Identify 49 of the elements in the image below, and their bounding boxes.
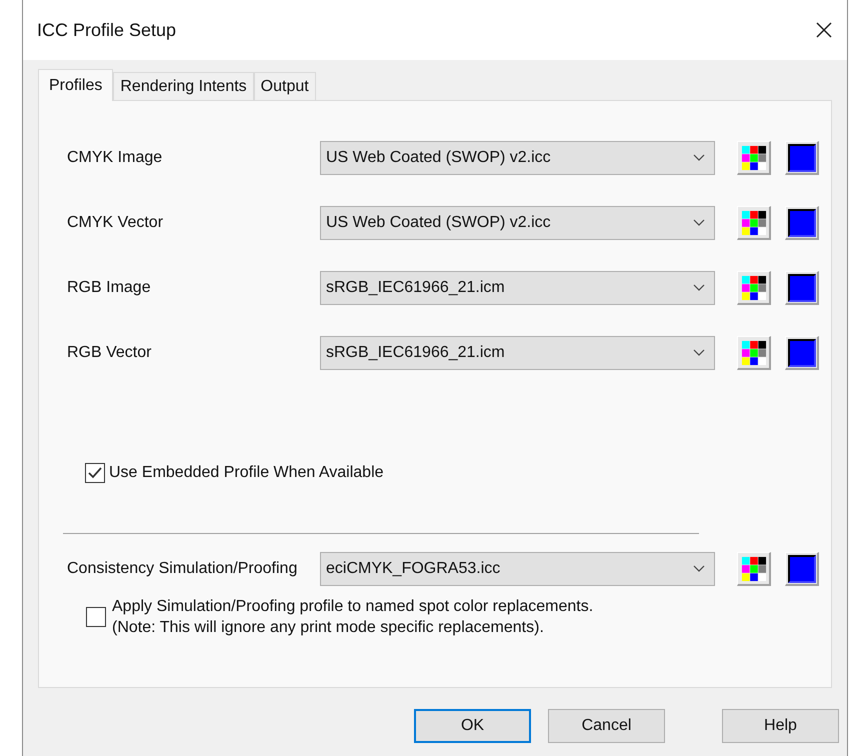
- checkbox-label: (Note: This will ignore any print mode specific replacements).: [112, 618, 545, 638]
- close-icon[interactable]: [815, 21, 833, 39]
- color-swatch: [788, 208, 816, 236]
- checkmark-icon: [88, 467, 102, 479]
- dialog-button[interactable]: OK: [414, 709, 531, 743]
- color-grid-icon: [740, 144, 766, 170]
- profile-label: RGB Image: [66, 278, 152, 298]
- color-swatch: [788, 338, 816, 366]
- color-swatch-button[interactable]: [785, 141, 819, 175]
- color-swatch-button[interactable]: [785, 271, 819, 305]
- palette-button[interactable]: [737, 206, 771, 240]
- profile-dropdown[interactable]: eciCMYK_FOGRA53.icc: [320, 552, 715, 586]
- chevron-down-icon: [693, 154, 705, 162]
- color-swatch: [788, 554, 816, 582]
- profile-label: RGB Vector: [66, 343, 152, 363]
- profile-dropdown[interactable]: US Web Coated (SWOP) v2.icc: [320, 206, 715, 240]
- color-swatch: [788, 274, 816, 302]
- color-grid-icon: [740, 340, 766, 366]
- tab[interactable]: Rendering Intents: [113, 72, 254, 100]
- chevron-down-icon: [693, 284, 705, 292]
- palette-button[interactable]: [737, 141, 771, 175]
- window-title: ICC Profile Setup: [37, 18, 178, 42]
- checkbox[interactable]: [85, 463, 105, 483]
- color-grid-icon: [740, 274, 766, 300]
- proofing-label: Consistency Simulation/Proofing: [66, 559, 298, 579]
- chevron-down-icon: [693, 219, 705, 227]
- dialog-button[interactable]: Cancel: [548, 709, 665, 743]
- chevron-down-icon: [693, 349, 705, 357]
- palette-button[interactable]: [737, 552, 771, 586]
- color-grid-icon: [740, 210, 766, 236]
- color-grid-icon: [740, 556, 766, 582]
- tab[interactable]: Output: [254, 72, 316, 100]
- color-swatch-button[interactable]: [785, 552, 819, 586]
- profile-label: CMYK Image: [66, 148, 164, 168]
- tab[interactable]: Profiles: [38, 69, 114, 101]
- color-swatch-button[interactable]: [785, 336, 819, 370]
- palette-button[interactable]: [737, 336, 771, 370]
- profile-dropdown[interactable]: US Web Coated (SWOP) v2.icc: [320, 141, 715, 175]
- checkbox-label: Apply Simulation/Proofing profile to named spot color replacements.: [112, 597, 594, 617]
- checkbox[interactable]: [86, 607, 106, 627]
- profile-dropdown[interactable]: sRGB_IEC61966_21.icm: [320, 336, 715, 370]
- palette-button[interactable]: [737, 271, 771, 305]
- profile-label: CMYK Vector: [66, 213, 164, 233]
- checkbox-label: Use Embedded Profile When Available: [109, 463, 384, 483]
- chevron-down-icon: [693, 565, 705, 573]
- profile-dropdown[interactable]: sRGB_IEC61966_21.icm: [320, 271, 715, 305]
- color-swatch: [788, 144, 816, 172]
- dialog-button[interactable]: Help: [722, 709, 839, 743]
- color-swatch-button[interactable]: [785, 206, 819, 240]
